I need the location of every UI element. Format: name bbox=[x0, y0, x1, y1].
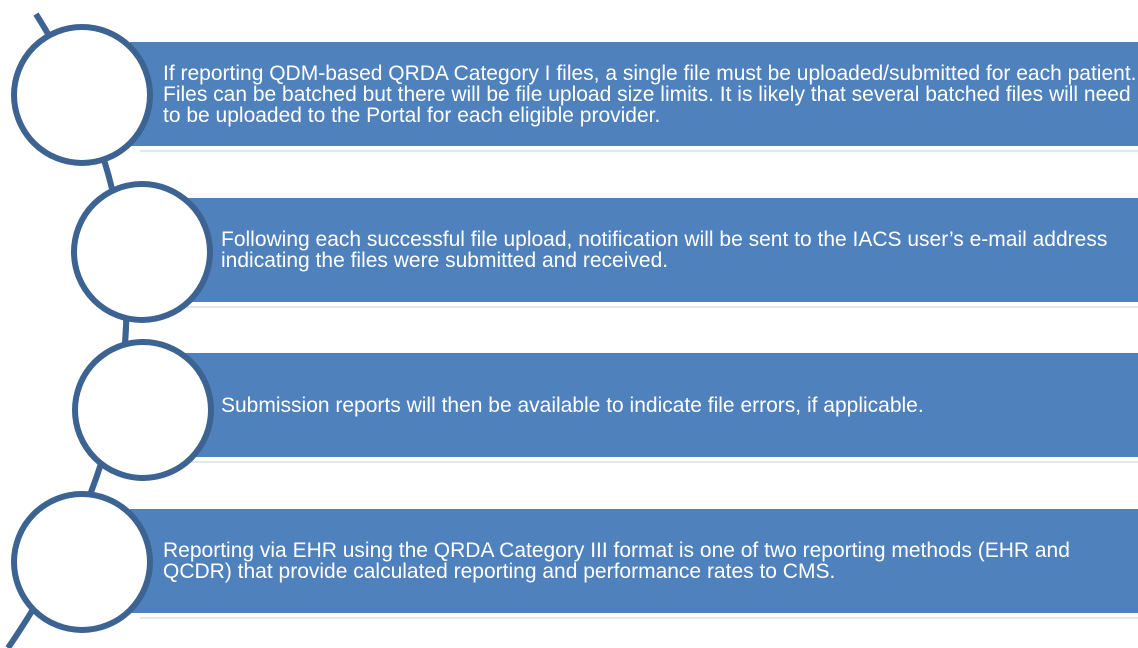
step-2-bar: Following each successful file upload, n… bbox=[130, 198, 1138, 302]
step-1-separator bbox=[140, 150, 1138, 152]
step-4-text: Reporting via EHR using the QRDA Categor… bbox=[163, 539, 1070, 583]
step-1-bar: If reporting QDM-based QRDA Category I f… bbox=[130, 42, 1138, 146]
step-3-text: Submission reports will then be availabl… bbox=[221, 393, 924, 417]
step-3-circle bbox=[72, 339, 214, 481]
step-3-separator bbox=[140, 461, 1138, 463]
step-2-circle bbox=[71, 181, 213, 323]
step-2-text: Following each successful file upload, n… bbox=[221, 228, 1108, 272]
step-4-separator bbox=[140, 617, 1138, 619]
step-1-text: If reporting QDM-based QRDA Category I f… bbox=[163, 61, 1137, 127]
step-1-circle bbox=[11, 24, 153, 166]
step-3-bar: Submission reports will then be availabl… bbox=[130, 353, 1138, 457]
step-4-circle bbox=[11, 491, 153, 633]
step-4-bar: Reporting via EHR using the QRDA Categor… bbox=[130, 509, 1138, 613]
step-2-separator bbox=[140, 306, 1138, 308]
